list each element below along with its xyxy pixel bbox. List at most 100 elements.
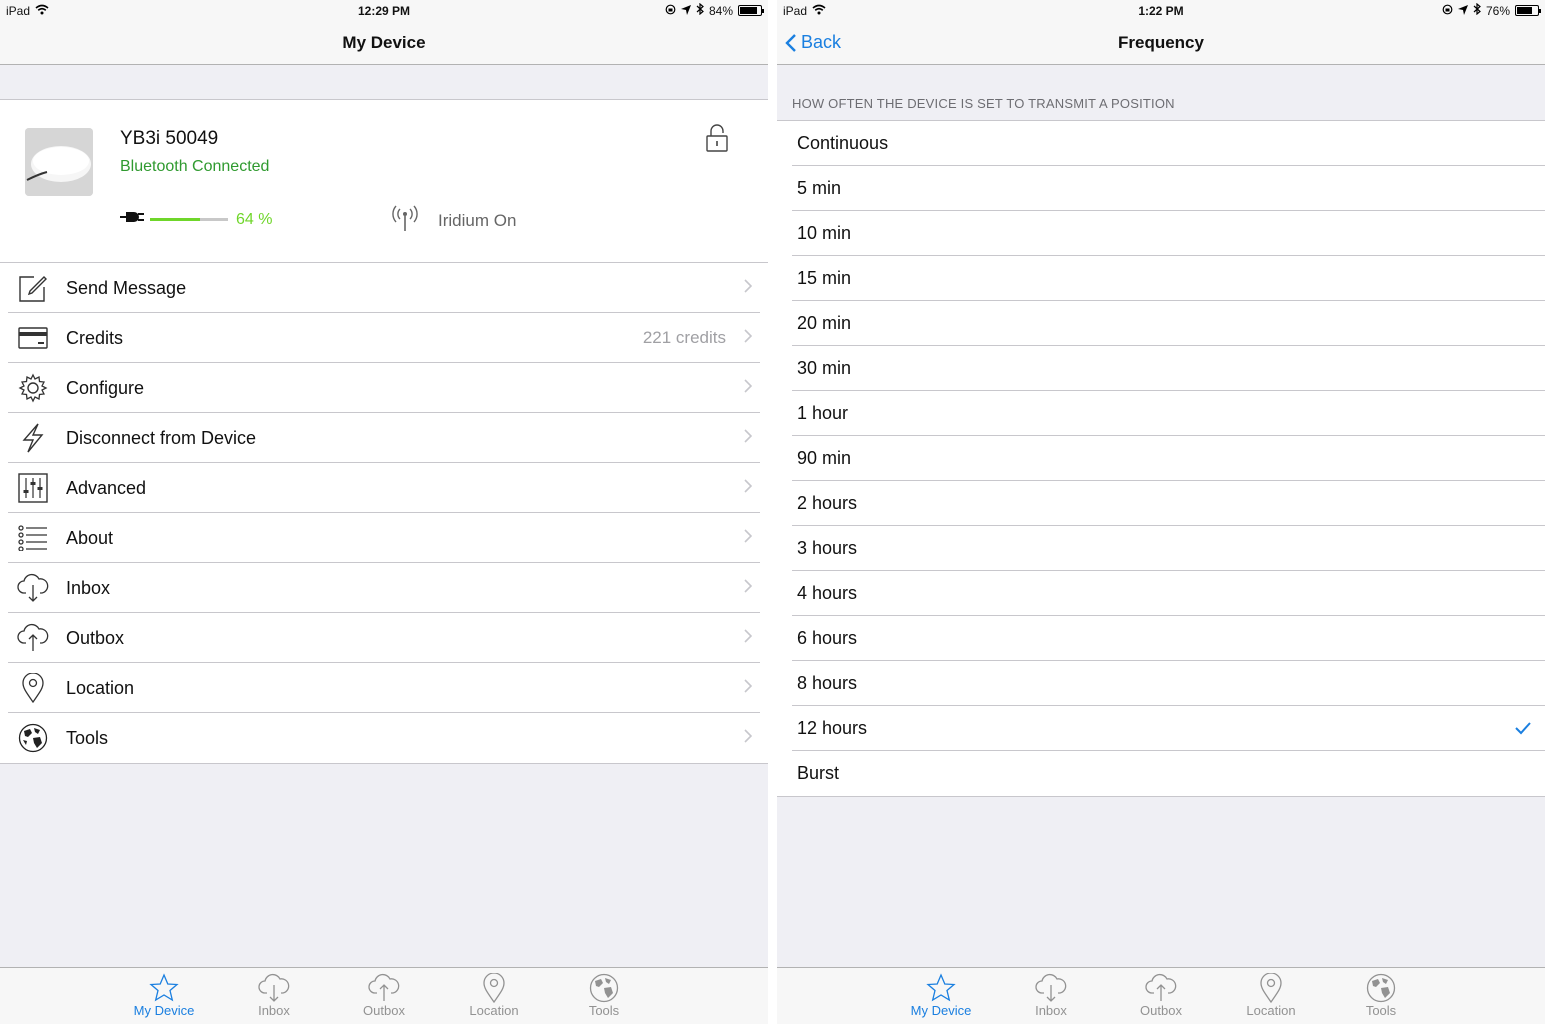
chevron-right-icon (744, 428, 753, 448)
menu-item-location[interactable]: Location (0, 663, 768, 713)
frequency-option[interactable]: 6 hours (777, 616, 1545, 661)
menu-item-configure[interactable]: Configure (0, 363, 768, 413)
cloud-upload-icon (17, 622, 49, 654)
tab-tools[interactable]: Tools (549, 968, 659, 1024)
cloud-upload-icon (368, 973, 400, 1001)
frequency-option-label: 15 min (797, 268, 852, 288)
frequency-option[interactable]: 8 hours (777, 661, 1545, 706)
menu-item-disconnect[interactable]: Disconnect from Device (0, 413, 768, 463)
frequency-option-label: 3 hours (797, 538, 858, 558)
frequency-option[interactable]: 2 hours (777, 481, 1545, 526)
chevron-right-icon (744, 728, 753, 748)
menu-item-tools[interactable]: Tools (0, 713, 768, 763)
frequency-option-label: 12 hours (797, 718, 868, 738)
chevron-right-icon (744, 378, 753, 398)
tab-inbox[interactable]: Inbox (996, 968, 1106, 1024)
orientation-lock-icon (665, 4, 676, 18)
navigation-bar: My Device (0, 22, 768, 65)
location-arrow-icon (1457, 4, 1468, 18)
tab-inbox[interactable]: Inbox (219, 968, 329, 1024)
frequency-option[interactable]: 20 min (777, 301, 1545, 346)
credits-count: 221 credits (642, 328, 726, 347)
tab-outbox[interactable]: Outbox (329, 968, 439, 1024)
orientation-lock-icon (1442, 4, 1453, 18)
frequency-option[interactable]: 15 min (777, 256, 1545, 301)
my-device-screen: iPad 12:29 PM 84% My Device YB3i 50049 B… (0, 0, 768, 1024)
frequency-option[interactable]: 5 min (777, 166, 1545, 211)
frequency-option-label: Burst (797, 763, 840, 783)
tab-bar: My Device Inbox Outbox Location Tools (0, 967, 768, 1024)
menu-item-label: About (66, 527, 114, 548)
iridium-status: Iridium On (390, 204, 516, 237)
frequency-option[interactable]: 1 hour (777, 391, 1545, 436)
battery-icon (738, 5, 764, 16)
menu-item-label: Advanced (66, 477, 147, 498)
menu-item-label: Inbox (66, 577, 111, 598)
menu-item-send-message[interactable]: Send Message (0, 263, 768, 313)
frequency-option-label: 30 min (797, 358, 852, 378)
frequency-list: Continuous 5 min 10 min 15 min 20 min 30 min 1… (777, 120, 1545, 797)
lightning-icon (17, 422, 49, 454)
battery-icon (1515, 5, 1541, 16)
menu-item-credits[interactable]: Credits 221 credits (0, 313, 768, 363)
location-pin-icon (483, 973, 505, 1003)
menu-item-label: Location (66, 677, 135, 698)
tab-label: My Device (910, 1003, 972, 1018)
chevron-right-icon (744, 478, 753, 498)
tab-outbox[interactable]: Outbox (1106, 968, 1216, 1024)
battery-percent: 76% (1485, 3, 1510, 18)
globe-icon (17, 722, 49, 754)
credit-card-icon (17, 322, 49, 354)
frequency-option-label: 10 min (797, 223, 852, 243)
location-pin-icon (17, 672, 49, 704)
lock-icon[interactable] (706, 124, 728, 157)
menu-item-inbox[interactable]: Inbox (0, 563, 768, 613)
checkmark-icon (1515, 719, 1531, 740)
status-bar: iPad 12:29 PM 84% (0, 0, 768, 22)
frequency-option-label: 2 hours (797, 493, 858, 513)
frequency-option[interactable]: 12 hours (777, 706, 1545, 751)
star-icon (149, 973, 179, 1002)
location-arrow-icon (680, 4, 691, 18)
chevron-right-icon (744, 528, 753, 548)
frequency-option-label: 5 min (797, 178, 842, 198)
frequency-option[interactable]: 10 min (777, 211, 1545, 256)
frequency-option-label: 90 min (797, 448, 852, 468)
menu-item-label: Configure (66, 377, 145, 398)
frequency-option[interactable]: Continuous (777, 121, 1545, 166)
frequency-option[interactable]: 4 hours (777, 571, 1545, 616)
tab-my-device[interactable]: My Device (109, 968, 219, 1024)
section-header: HOW OFTEN THE DEVICE IS SET TO TRANSMIT … (792, 96, 1175, 111)
tab-label: Tools (1365, 1003, 1397, 1018)
cloud-upload-icon (1145, 973, 1177, 1001)
device-name: YB3i 50049 (120, 128, 219, 149)
battery-level-text: 64 % (236, 210, 273, 228)
tab-location[interactable]: Location (1216, 968, 1326, 1024)
chevron-right-icon (744, 678, 753, 698)
navigation-bar: Back Frequency (777, 22, 1545, 65)
tab-label: Outbox (363, 1003, 405, 1018)
tab-bar: My Device Inbox Outbox Location Tools (777, 967, 1545, 1024)
star-icon (926, 973, 956, 1002)
cloud-download-icon (1035, 973, 1067, 1002)
menu-item-about[interactable]: About (0, 513, 768, 563)
device-battery: 64 % (120, 210, 272, 229)
iridium-label: Iridium On (438, 210, 517, 230)
frequency-option[interactable]: 3 hours (777, 526, 1545, 571)
globe-icon (1366, 973, 1396, 1003)
compose-icon (17, 272, 49, 304)
tab-tools[interactable]: Tools (1326, 968, 1436, 1024)
menu-item-advanced[interactable]: Advanced (0, 463, 768, 513)
frequency-option-label: 1 hour (797, 403, 849, 423)
status-bar: iPad 1:22 PM 76% (777, 0, 1545, 22)
frequency-option[interactable]: Burst (777, 751, 1545, 796)
frequency-option[interactable]: 90 min (777, 436, 1545, 481)
page-title: My Device (342, 33, 426, 52)
frequency-option[interactable]: 30 min (777, 346, 1545, 391)
tab-label: My Device (133, 1003, 195, 1018)
tab-my-device[interactable]: My Device (886, 968, 996, 1024)
tab-location[interactable]: Location (439, 968, 549, 1024)
menu-item-outbox[interactable]: Outbox (0, 613, 768, 663)
antenna-icon (390, 204, 420, 237)
location-pin-icon (1260, 973, 1282, 1003)
